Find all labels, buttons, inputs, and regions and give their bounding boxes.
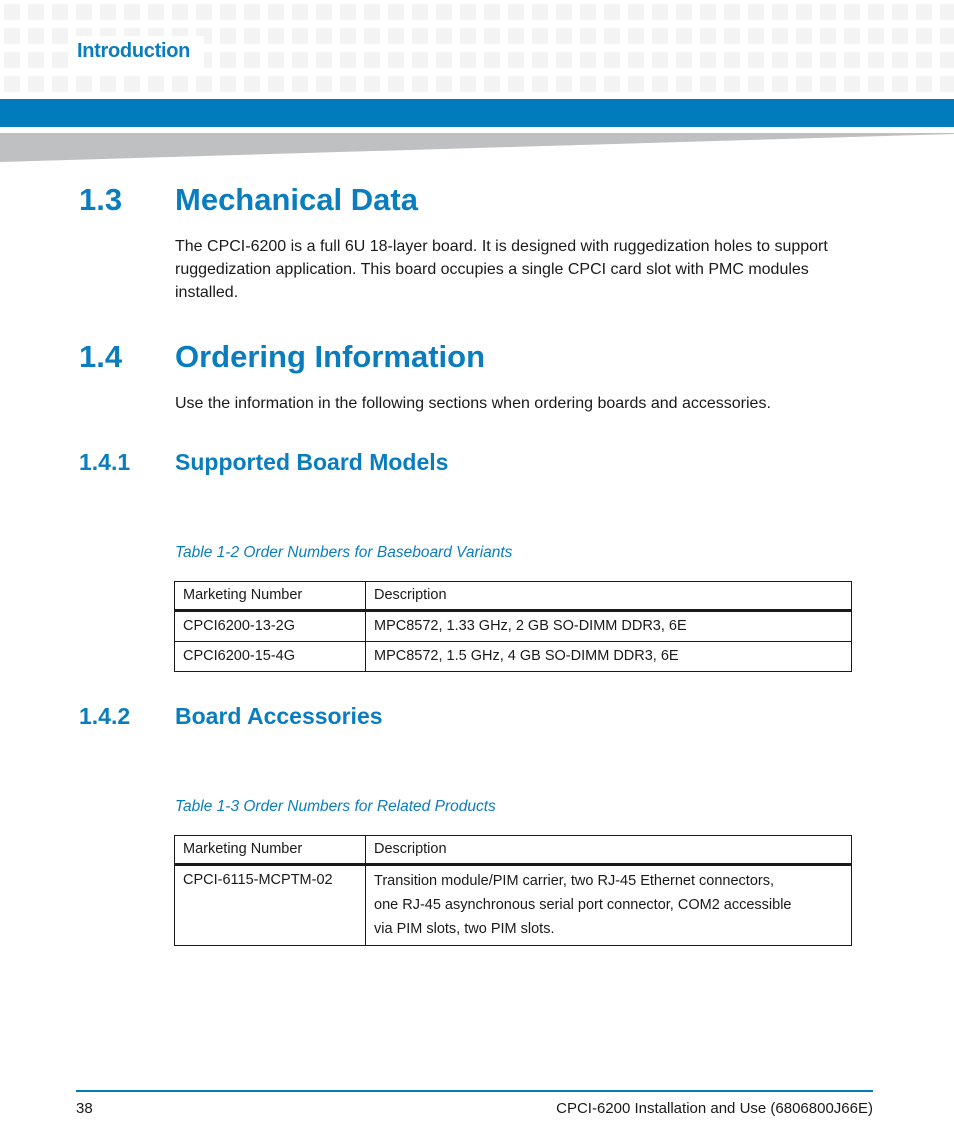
cell-marketing-number: CPCI6200-13-2G (174, 610, 366, 642)
description-line: via PIM slots, two PIM slots. (374, 921, 555, 937)
header-gray-wedge (0, 133, 954, 162)
cell-description: MPC8572, 1.5 GHz, 4 GB SO-DIMM DDR3, 6E (365, 641, 852, 672)
section-number: 1.3 (79, 182, 123, 217)
ordering-information-paragraph: Use the information in the following sec… (175, 395, 771, 412)
column-header-description: Description (365, 835, 852, 866)
section-number: 1.4 (79, 339, 123, 374)
cell-marketing-number: CPCI-6115-MCPTM-02 (174, 864, 366, 946)
subsection-title: Board Accessories (175, 703, 383, 729)
cell-marketing-number: CPCI6200-15-4G (174, 641, 366, 672)
subsection-number: 1.4.1 (79, 449, 131, 475)
column-header-marketing-number: Marketing Number (174, 581, 366, 612)
section-heading-mechanical-data: 1.3 Mechanical Data (79, 182, 418, 218)
table-caption-related-products: Table 1-3 Order Numbers for Related Prod… (175, 798, 496, 815)
section-title: Ordering Information (175, 339, 485, 374)
table-header-row: Marketing Number Description (174, 835, 852, 866)
column-header-description: Description (365, 581, 852, 612)
related-products-table: Marketing Number Description CPCI-6115-M… (174, 835, 852, 946)
subsection-heading-supported-board-models: 1.4.1 Supported Board Models (79, 449, 448, 476)
page-number: 38 (76, 1100, 93, 1117)
table-row: CPCI-6115-MCPTM-02 Transition module/PIM… (174, 864, 852, 946)
description-line: Transition module/PIM carrier, two RJ-45… (374, 873, 774, 889)
chapter-title: Introduction (77, 40, 191, 62)
table-caption-baseboard: Table 1-2 Order Numbers for Baseboard Va… (175, 544, 513, 561)
description-line: one RJ-45 asynchronous serial port conne… (374, 897, 792, 913)
baseboard-variants-table: Marketing Number Description CPCI6200-13… (174, 581, 852, 672)
footer-rule (76, 1090, 873, 1092)
table-header-row: Marketing Number Description (174, 581, 852, 612)
subsection-title: Supported Board Models (175, 449, 449, 475)
mechanical-data-paragraph: The CPCI-6200 is a full 6U 18-layer boar… (175, 238, 828, 301)
subsection-number: 1.4.2 (79, 703, 131, 729)
table-row: CPCI6200-15-4G MPC8572, 1.5 GHz, 4 GB SO… (174, 641, 852, 672)
table-row: CPCI6200-13-2G MPC8572, 1.33 GHz, 2 GB S… (174, 610, 852, 642)
section-title: Mechanical Data (175, 182, 418, 217)
subsection-heading-board-accessories: 1.4.2 Board Accessories (79, 703, 383, 730)
cell-description: Transition module/PIM carrier, two RJ-45… (365, 864, 852, 946)
header-blue-bar (0, 99, 954, 127)
column-header-marketing-number: Marketing Number (174, 835, 366, 866)
document-title: CPCI-6200 Installation and Use (6806800J… (556, 1100, 873, 1117)
section-heading-ordering-information: 1.4 Ordering Information (79, 339, 485, 375)
cell-description: MPC8572, 1.33 GHz, 2 GB SO-DIMM DDR3, 6E (365, 610, 852, 642)
